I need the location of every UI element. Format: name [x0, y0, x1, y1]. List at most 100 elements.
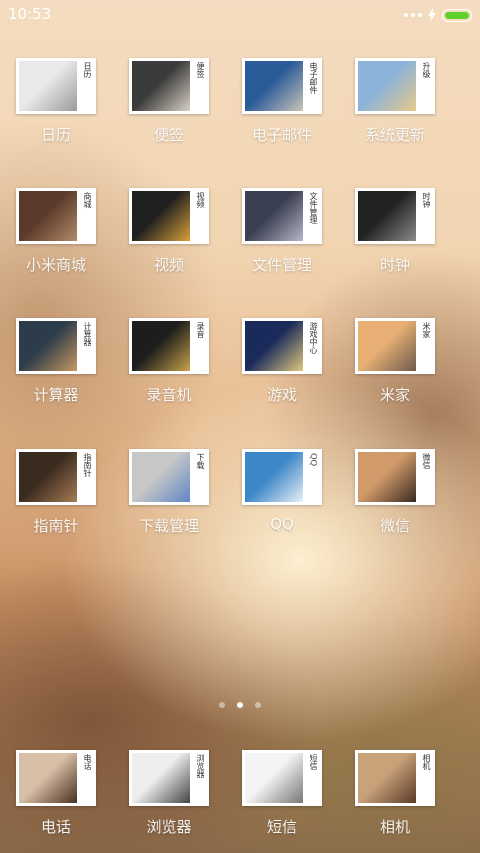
app-game[interactable]: 游戏中心游戏 — [226, 318, 338, 405]
app-browser[interactable]: 浏览器 浏览器 — [113, 750, 225, 837]
recorder-icon: 录音 — [129, 318, 209, 374]
tile-photo — [19, 321, 77, 371]
app-label: 计算器 — [33, 386, 79, 404]
email-icon: 电子邮件 — [242, 58, 322, 114]
app-qq[interactable]: QQ QQ — [226, 449, 338, 533]
tile-caption: 米家 — [422, 322, 431, 338]
app-label: 短信 — [266, 818, 297, 836]
tile-photo — [132, 61, 190, 111]
qq-icon: QQ — [242, 449, 322, 505]
app-label: 系统更新 — [364, 126, 425, 144]
tile-caption: 文件管理 — [309, 192, 318, 224]
notification-dots-icon — [404, 13, 422, 17]
notes-icon: 便签 — [129, 58, 209, 114]
app-mijia[interactable]: 米家 米家 — [339, 318, 451, 405]
app-label: 便签 — [153, 126, 184, 144]
app-download[interactable]: 下载下载管理 — [113, 449, 225, 536]
tile-photo — [19, 452, 77, 502]
tile-photo — [132, 452, 190, 502]
sms-icon: 短信 — [242, 750, 322, 806]
tile-caption: 下载 — [196, 453, 205, 469]
tile-photo — [245, 753, 303, 803]
page-dot[interactable] — [219, 702, 225, 708]
app-clock[interactable]: 时钟 时钟 — [339, 188, 451, 275]
tile-photo — [358, 61, 416, 111]
app-label: 下载管理 — [138, 517, 199, 535]
app-phone[interactable]: 电话 电话 — [0, 750, 112, 837]
app-update[interactable]: 升级系统更新 — [339, 58, 451, 145]
app-label: 小米商城 — [25, 256, 86, 274]
app-video[interactable]: 视频 视频 — [113, 188, 225, 275]
status-icons — [404, 7, 472, 23]
charging-icon — [428, 8, 436, 22]
clock-icon: 时钟 — [355, 188, 435, 244]
tile-photo — [358, 753, 416, 803]
tile-caption: 升级 — [422, 62, 431, 78]
page-dot[interactable] — [255, 702, 261, 708]
app-notes[interactable]: 便签 便签 — [113, 58, 225, 145]
calculator-icon: 计算器 — [16, 318, 96, 374]
app-label: 浏览器 — [146, 818, 192, 836]
app-files[interactable]: 文件管理 文件管理 — [226, 188, 338, 275]
app-label: 电话 — [40, 818, 71, 836]
browser-icon: 浏览器 — [129, 750, 209, 806]
app-label: 文件管理 — [251, 256, 312, 274]
video-icon: 视频 — [129, 188, 209, 244]
app-calendar[interactable]: 日历 日历 — [0, 58, 112, 145]
game-icon: 游戏中心 — [242, 318, 322, 374]
tile-caption: 相机 — [422, 754, 431, 770]
tile-caption: 电子邮件 — [309, 62, 318, 94]
tile-photo — [132, 753, 190, 803]
tile-caption: 商城 — [83, 192, 92, 208]
tile-caption: 指南针 — [83, 453, 92, 477]
tile-caption: 微信 — [422, 453, 431, 469]
page-dot-active[interactable] — [237, 702, 243, 708]
tile-photo — [358, 321, 416, 371]
compass-icon: 指南针 — [16, 449, 96, 505]
app-label: 游戏 — [266, 386, 297, 404]
mijia-icon: 米家 — [355, 318, 435, 374]
tile-photo — [19, 191, 77, 241]
status-time: 10:53 — [8, 5, 52, 23]
app-wechat[interactable]: 微信 微信 — [339, 449, 451, 536]
app-email[interactable]: 电子邮件 电子邮件 — [226, 58, 338, 145]
app-calculator[interactable]: 计算器 计算器 — [0, 318, 112, 405]
tile-photo — [245, 452, 303, 502]
app-mall[interactable]: 商城小米商城 — [0, 188, 112, 275]
app-label: 电子邮件 — [251, 126, 312, 144]
tile-caption: 录音 — [196, 322, 205, 338]
app-label: 视频 — [153, 256, 184, 274]
tile-caption: 日历 — [83, 62, 92, 78]
app-compass[interactable]: 指南针 指南针 — [0, 449, 112, 536]
camera-icon: 相机 — [355, 750, 435, 806]
status-bar: 10:53 — [0, 0, 480, 30]
tile-caption: 电话 — [83, 754, 92, 770]
app-label: 微信 — [379, 517, 410, 535]
tile-caption: 短信 — [309, 754, 318, 770]
tile-photo — [19, 61, 77, 111]
tile-caption: 计算器 — [83, 322, 92, 346]
app-label: QQ — [270, 515, 294, 533]
app-label: 时钟 — [379, 256, 410, 274]
app-sms[interactable]: 短信 短信 — [226, 750, 338, 837]
app-label: 米家 — [379, 386, 410, 404]
calendar-icon: 日历 — [16, 58, 96, 114]
tile-photo — [245, 61, 303, 111]
tile-photo — [358, 191, 416, 241]
tile-photo — [19, 753, 77, 803]
update-icon: 升级 — [355, 58, 435, 114]
tile-photo — [358, 452, 416, 502]
phone-icon: 电话 — [16, 750, 96, 806]
app-camera[interactable]: 相机 相机 — [339, 750, 451, 837]
page-indicator — [0, 702, 480, 708]
app-recorder[interactable]: 录音 录音机 — [113, 318, 225, 405]
tile-caption: 时钟 — [422, 192, 431, 208]
tile-caption: 游戏中心 — [309, 322, 318, 354]
wechat-icon: 微信 — [355, 449, 435, 505]
tile-photo — [132, 321, 190, 371]
app-label: 相机 — [379, 818, 410, 836]
tile-photo — [245, 191, 303, 241]
files-icon: 文件管理 — [242, 188, 322, 244]
battery-icon — [442, 8, 472, 22]
tile-caption: 便签 — [196, 62, 205, 78]
